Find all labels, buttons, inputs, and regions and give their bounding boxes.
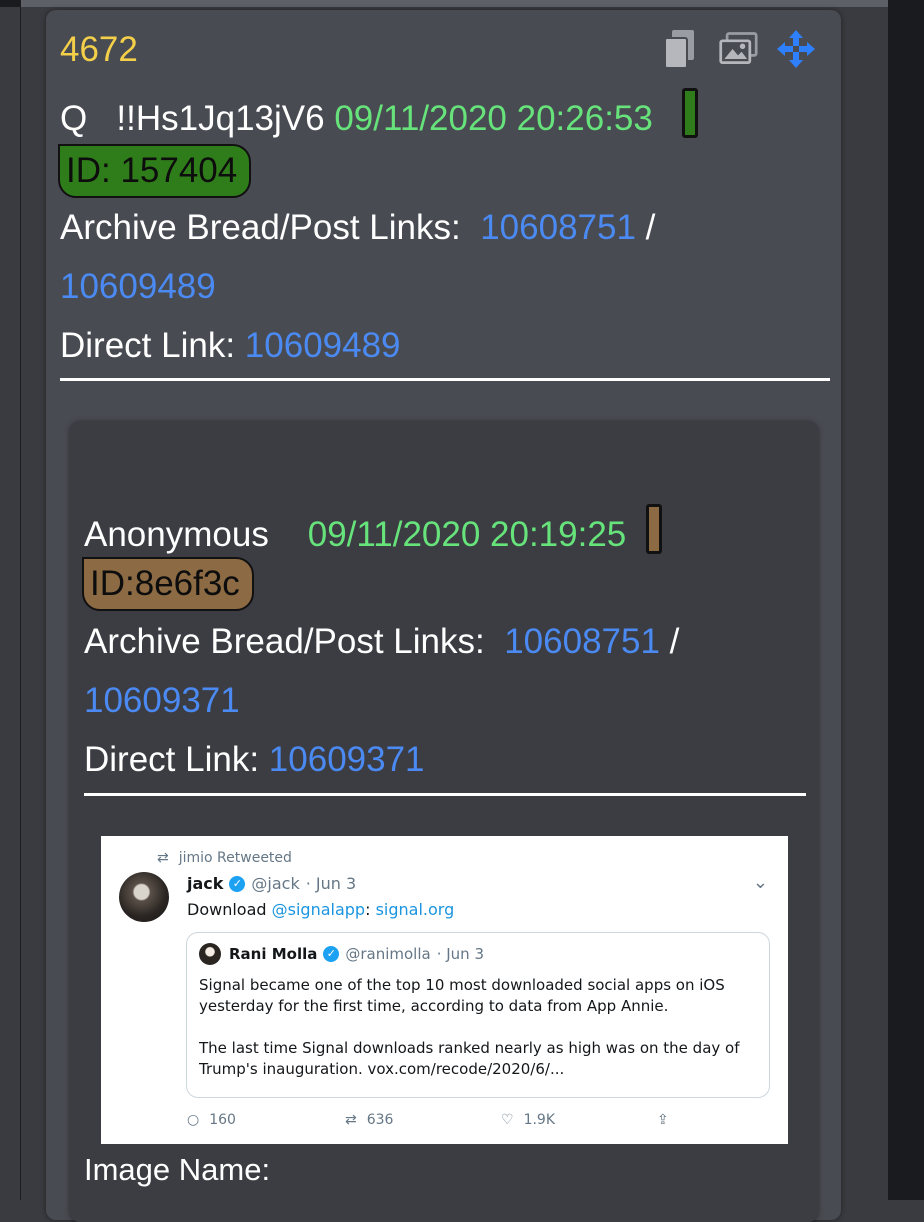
retweet-action: ⇄ 636: [345, 1112, 393, 1128]
heart-icon: ♡: [501, 1112, 514, 1128]
post-toolbar: [660, 26, 816, 72]
reply-count: 160: [209, 1112, 236, 1128]
quoted-post-header: Anonymous 09/11/2020 20:19:25: [84, 504, 662, 555]
quoted-tweet-handle: @ranimolla: [345, 945, 431, 963]
tweet-date: · Jun 3: [305, 874, 357, 893]
archive-separator: /: [645, 208, 656, 247]
quoted-poster-id-badge[interactable]: ID:8e6f3c: [82, 557, 254, 611]
like-action: ♡ 1.9K: [501, 1112, 555, 1128]
post-author: Q: [60, 99, 88, 138]
tweet-author-name: jack: [187, 874, 224, 893]
avatar: [119, 872, 169, 922]
quoted-tweet-para-1: Signal became one of the top 10 most dow…: [199, 976, 725, 1015]
images-icon[interactable]: [718, 26, 758, 72]
quoted-tweet-header: Rani Molla ✓ @ranimolla · Jun 3: [229, 945, 484, 963]
image-name-label: Image Name:: [84, 1152, 271, 1187]
quoted-divider: [84, 793, 806, 796]
quoted-archive-post-link[interactable]: 10609371: [84, 681, 240, 721]
verified-icon: ✓: [229, 875, 246, 892]
post-timestamp: 09/11/2020 20:26:53: [334, 99, 653, 138]
tweet-text-prefix: Download: [187, 900, 272, 919]
share-icon: ⇪: [657, 1112, 669, 1128]
tweet-mention: @signalapp: [271, 900, 366, 919]
top-bar: [0, 0, 924, 7]
quoted-author: Anonymous: [84, 515, 269, 554]
tweet-text: Download @signalapp: signal.org: [187, 900, 454, 919]
poster-id-badge[interactable]: ID: 157404: [58, 144, 252, 198]
post-number[interactable]: 4672: [60, 30, 138, 70]
id-color-marker: [682, 88, 699, 138]
quoted-direct-link[interactable]: 10609371: [269, 740, 425, 779]
divider: [60, 378, 830, 381]
move-icon[interactable]: [776, 26, 816, 72]
share-action: ⇪: [657, 1112, 669, 1128]
reply-action: ○ 160: [187, 1112, 236, 1128]
quoted-tweet-date: · Jun 3: [436, 945, 485, 963]
post-header: Q !!Hs1Jq13jV6 09/11/2020 20:26:53: [60, 88, 699, 139]
quoted-tweet-avatar: [199, 943, 221, 965]
chevron-down-icon: ⌄: [752, 872, 768, 893]
direct-link-row: Direct Link: 10609489: [60, 326, 401, 366]
quoted-archive-links-row: Archive Bread/Post Links: 10608751 /: [84, 622, 679, 662]
archive-links-row: Archive Bread/Post Links: 10608751 /: [60, 208, 655, 248]
archive-post-link[interactable]: 10609489: [60, 267, 216, 307]
tweet-header: jack ✓ @jack · Jun 3: [187, 874, 356, 893]
tweet-handle: @jack: [251, 874, 300, 893]
quoted-archive-label: Archive Bread/Post Links:: [84, 622, 485, 661]
tweet-link: signal.org: [375, 900, 455, 919]
right-gutter: [888, 0, 924, 1200]
quoted-tweet: Rani Molla ✓ @ranimolla · Jun 3 Signal b…: [186, 932, 770, 1098]
quoted-direct-link-row: Direct Link: 10609371: [84, 740, 425, 780]
retweet-label: jimio Retweeted: [178, 850, 292, 866]
retweet-count: 636: [366, 1112, 394, 1128]
quoted-direct-link-label: Direct Link:: [84, 740, 260, 779]
verified-icon: ✓: [323, 946, 340, 962]
quoted-tweet-text: Signal became one of the top 10 most dow…: [199, 975, 759, 1080]
quoted-archive-separator: /: [669, 622, 680, 661]
left-divider: [20, 0, 21, 1200]
quoted-tweet-author: Rani Molla: [229, 945, 318, 963]
archive-label: Archive Bread/Post Links:: [60, 208, 461, 247]
quoted-tweet-para-2: The last time Signal downloads ranked ne…: [199, 1039, 740, 1078]
quoted-id-color-marker: [645, 504, 662, 554]
retweet-icon: ⇄: [157, 850, 169, 866]
copy-icon[interactable]: [660, 26, 700, 72]
quoted-timestamp: 09/11/2020 20:19:25: [307, 515, 627, 554]
post-tripcode: !!Hs1Jq13jV6: [116, 99, 325, 138]
retweet-icon: ⇄: [345, 1112, 357, 1128]
like-count: 1.9K: [523, 1112, 556, 1128]
direct-link-label: Direct Link:: [60, 326, 236, 365]
tweet-actions: ○ 160 ⇄ 636 ♡ 1.9K ⇪: [187, 1112, 687, 1134]
direct-link[interactable]: 10609489: [245, 326, 401, 365]
retweet-indicator: ⇄ jimio Retweeted: [157, 850, 292, 866]
reply-icon: ○: [187, 1112, 200, 1128]
archive-bread-link[interactable]: 10608751: [480, 208, 636, 247]
tweet-colon: :: [365, 900, 376, 919]
quoted-archive-bread-link[interactable]: 10608751: [504, 622, 660, 661]
tweet-screenshot[interactable]: ⇄ jimio Retweeted jack ✓ @jack · Jun 3 ⌄…: [101, 836, 788, 1144]
